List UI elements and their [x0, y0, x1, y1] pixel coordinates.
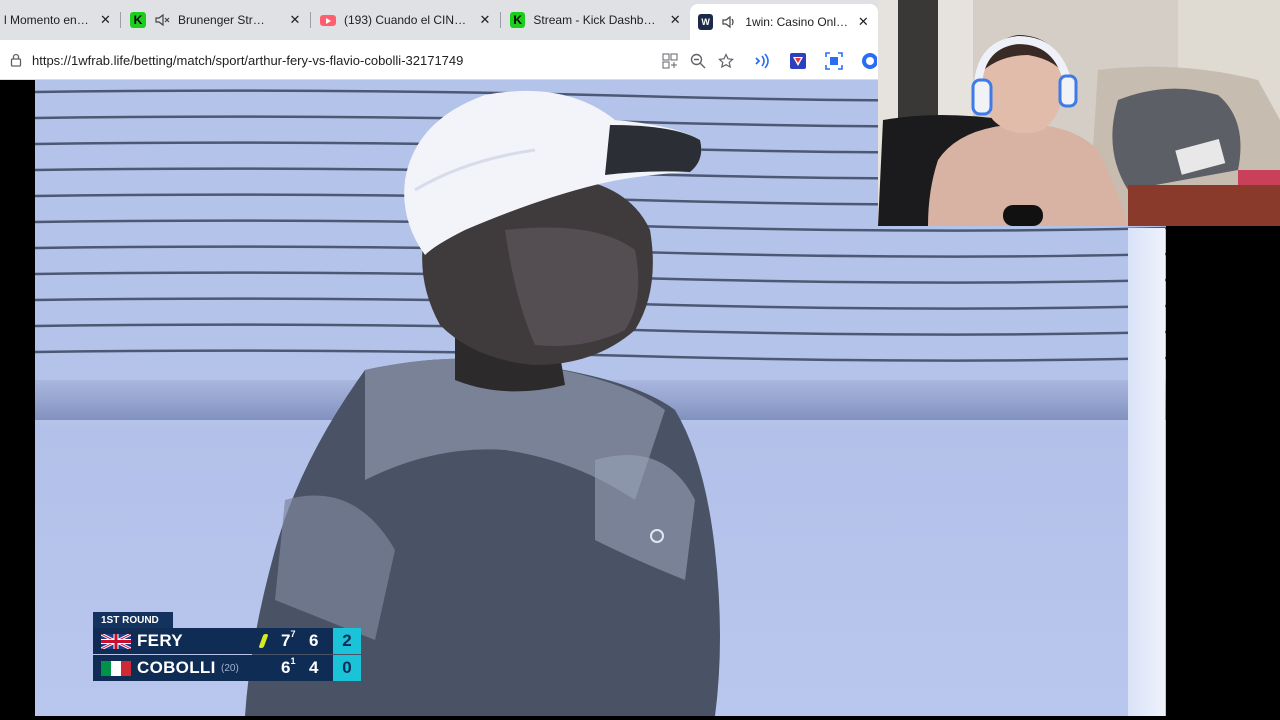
tab-title: l Momento en que [4, 13, 91, 27]
url-omnibox[interactable]: https://1wfrab.life/betting/match/sport/… [4, 46, 746, 74]
screenshot-icon[interactable] [823, 50, 845, 72]
read-aloud-icon[interactable] [751, 50, 773, 72]
webcam-scene [878, 0, 1280, 226]
player-name: FERY [137, 631, 183, 650]
url-text: https://1wfrab.life/betting/match/sport/… [32, 52, 464, 68]
close-tab-icon[interactable]: ✕ [99, 12, 112, 27]
player-name: COBOLLI [137, 658, 216, 677]
apps-grid-icon[interactable] [659, 50, 681, 72]
tab-youtube[interactable]: (193) Cuando el CINE de ✕ [312, 4, 500, 36]
scoreboard-row-fery: FERY 77 6 2 [93, 628, 361, 654]
address-bar: https://1wfrab.life/betting/match/sport/… [0, 40, 878, 80]
tab-divider [500, 12, 501, 28]
speaker-icon[interactable] [721, 14, 737, 30]
screen: l Momento en que ✕ K Brunenger Stream - … [0, 0, 1280, 720]
tab-kick-dashboard[interactable]: K Stream - Kick Dashboard ✕ [502, 4, 690, 36]
site-info-icon[interactable] [4, 53, 28, 67]
extension-partial-icon[interactable] [858, 50, 878, 72]
tab-1win-active[interactable]: W 1win: Casino Online ✕ [690, 4, 878, 40]
set1-score: 77 [281, 629, 296, 650]
muted-speaker-icon[interactable] [154, 12, 170, 28]
close-tab-icon[interactable]: ✕ [857, 14, 870, 29]
uk-flag-icon [101, 634, 131, 649]
tab-title: (193) Cuando el CINE de [344, 13, 470, 27]
tab-divider [310, 12, 311, 28]
tab-divider [120, 12, 121, 28]
close-tab-icon[interactable]: ✕ [288, 12, 302, 27]
set1-score: 61 [281, 656, 296, 677]
right-letterbox [1166, 226, 1280, 720]
scoreboard: 1ST ROUND FERY 77 6 2 COBOLLI (20) 61 4 … [93, 612, 363, 684]
scoreboard-row-cobolli: COBOLLI (20) 61 4 0 [93, 655, 361, 681]
1win-favicon-icon: W [698, 14, 714, 30]
tab-momento[interactable]: l Momento en que ✕ [0, 4, 120, 36]
game-points: 2 [333, 628, 361, 654]
streamer-webcam-overlay [878, 0, 1280, 226]
serve-indicator-icon [258, 634, 269, 648]
tab-title: Brunenger Stream - [178, 13, 270, 27]
tab-title: 1win: Casino Online [745, 15, 849, 29]
close-tab-icon[interactable]: ✕ [478, 12, 492, 27]
player-seed: (20) [221, 662, 239, 674]
tab-brunenger[interactable]: K Brunenger Stream - ✕ [122, 4, 310, 36]
close-tab-icon[interactable]: ✕ [669, 12, 682, 27]
set2-score: 4 [309, 658, 319, 677]
game-points: 0 [333, 655, 361, 681]
italy-flag-icon [101, 661, 131, 676]
kick-favicon-icon: K [510, 12, 526, 28]
bookmark-star-icon[interactable] [715, 50, 737, 72]
kick-favicon-icon: K [130, 12, 146, 28]
zoom-icon[interactable] [687, 50, 709, 72]
match-round-label: 1ST ROUND [93, 612, 173, 628]
youtube-favicon-icon [320, 14, 336, 26]
extension-icon[interactable] [787, 50, 809, 72]
tab-title: Stream - Kick Dashboard [533, 13, 661, 27]
browser-tab-strip: l Momento en que ✕ K Brunenger Stream - … [0, 0, 878, 40]
set2-score: 6 [309, 631, 319, 650]
